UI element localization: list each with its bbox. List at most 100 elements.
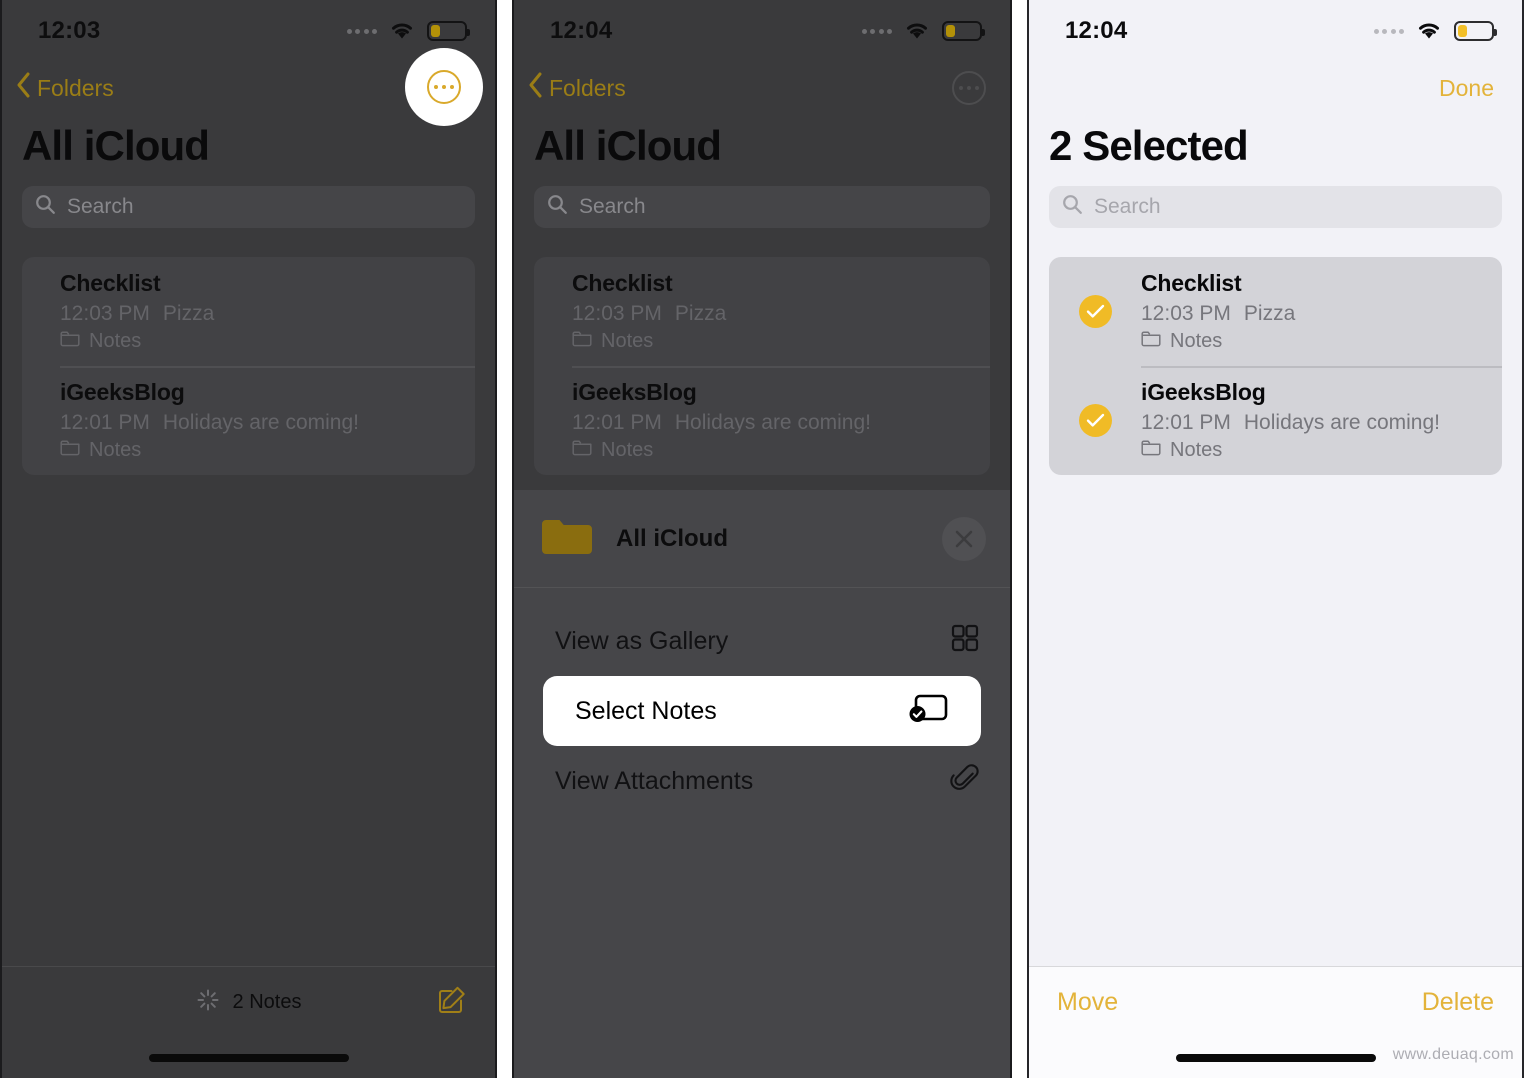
delete-button[interactable]: Delete (1422, 988, 1494, 1017)
note-folder-label: Notes (1170, 439, 1223, 461)
search-placeholder: Search (579, 195, 646, 218)
status-bar: 12:04 (512, 0, 1012, 62)
status-bar: 12:04 (1027, 0, 1524, 62)
cellular-signal-icon (1373, 28, 1404, 34)
note-time: 12:03 PM (572, 302, 662, 325)
note-folder-row: Notes (60, 439, 459, 462)
note-list-item[interactable]: iGeeksBlog 12:01 PM Holidays are coming!… (1049, 366, 1502, 475)
note-time: 12:01 PM (572, 411, 662, 434)
wifi-icon (1415, 21, 1443, 41)
note-folder-row: Notes (60, 330, 459, 353)
note-time: 12:01 PM (60, 411, 150, 434)
note-content: iGeeksBlog 12:01 PM Holidays are coming!… (1141, 379, 1502, 462)
note-time: 12:03 PM (60, 302, 150, 325)
nav-bar: Folders (512, 62, 1012, 114)
nav-bar: Done (1027, 62, 1524, 114)
notes-list: Checklist 12:03 PM Pizza Notes iGeeksBlo… (1049, 257, 1502, 475)
panel-gap (1012, 0, 1027, 1078)
status-clock: 12:04 (550, 17, 613, 44)
search-input[interactable]: Search (1049, 186, 1502, 228)
folder-icon (60, 330, 80, 353)
note-title: iGeeksBlog (572, 379, 697, 405)
search-input[interactable]: Search (534, 186, 990, 228)
panel-notes-list: 12:03 Folders All iCloud Search Checklis… (0, 0, 497, 1078)
note-preview: Holidays are coming! (1243, 411, 1440, 434)
note-content: Checklist 12:03 PM Pizza Notes (22, 270, 475, 353)
status-indicators (346, 21, 470, 41)
note-meta: 12:03 PM Pizza (1141, 302, 1486, 326)
notes-count-group: 2 Notes (0, 988, 497, 1017)
note-preview: Pizza (674, 302, 727, 325)
battery-icon (942, 21, 985, 41)
note-meta: 12:03 PM Pizza (60, 302, 459, 326)
note-list-item[interactable]: Checklist 12:03 PM Pizza Notes (534, 257, 990, 366)
note-meta: 12:01 PM Holidays are coming! (60, 411, 459, 435)
note-folder-row: Notes (1141, 330, 1486, 353)
folder-filled-icon (540, 514, 594, 563)
note-preview: Pizza (1243, 302, 1296, 325)
note-title: iGeeksBlog (60, 379, 185, 405)
ellipsis-circle-icon[interactable] (952, 71, 986, 105)
note-list-item[interactable]: iGeeksBlog 12:01 PM Holidays are coming!… (22, 366, 475, 475)
note-folder-label: Notes (1170, 330, 1223, 352)
battery-icon (1454, 21, 1497, 41)
menu-item-view-as-gallery[interactable]: View as Gallery (512, 606, 1012, 676)
folder-icon (1141, 330, 1161, 353)
menu-item-view-attachments[interactable]: View Attachments (512, 746, 1012, 816)
note-folder-row: Notes (572, 439, 974, 462)
bottom-toolbar: 2 Notes (0, 966, 497, 1038)
checkmark-icon (1078, 295, 1112, 328)
note-meta: 12:01 PM Holidays are coming! (1141, 411, 1486, 435)
back-to-folders-button[interactable]: Folders (528, 72, 626, 104)
note-folder-row: Notes (572, 330, 974, 353)
note-list-item[interactable]: iGeeksBlog 12:01 PM Holidays are coming!… (534, 366, 990, 475)
status-bar: 12:03 (0, 0, 497, 62)
note-folder-label: Notes (601, 330, 654, 352)
notes-list: Checklist 12:03 PM Pizza Notes iGeeksBlo… (22, 257, 475, 475)
note-title: Checklist (572, 270, 673, 296)
home-indicator (1175, 1054, 1376, 1062)
note-folder-label: Notes (89, 439, 142, 461)
done-button[interactable]: Done (1439, 75, 1494, 102)
status-clock: 12:04 (1065, 17, 1128, 44)
cellular-signal-icon (346, 28, 377, 34)
bottom-toolbar: Move Delete (1027, 966, 1524, 1038)
menu-item-select-notes[interactable]: Select Notes (543, 676, 981, 746)
search-icon (1062, 194, 1083, 221)
cellular-signal-icon (861, 28, 892, 34)
note-content: Checklist 12:03 PM Pizza Notes (534, 270, 990, 353)
home-indicator-area (0, 1038, 497, 1078)
menu-item-label: View Attachments (555, 766, 754, 795)
page-title: All iCloud (534, 122, 722, 169)
move-button[interactable]: Move (1057, 988, 1118, 1017)
search-container: Search (512, 186, 1012, 228)
note-list-item[interactable]: Checklist 12:03 PM Pizza Notes (1049, 257, 1502, 366)
search-input[interactable]: Search (22, 186, 475, 228)
selection-checkbox[interactable] (1049, 404, 1141, 437)
compose-icon[interactable] (437, 985, 467, 1020)
note-list-item[interactable]: Checklist 12:03 PM Pizza Notes (22, 257, 475, 366)
notes-count-label: 2 Notes (232, 991, 302, 1013)
note-preview: Holidays are coming! (162, 411, 359, 434)
note-time: 12:03 PM (1141, 302, 1231, 325)
note-content: iGeeksBlog 12:01 PM Holidays are coming!… (22, 379, 475, 462)
note-preview: Holidays are coming! (674, 411, 871, 434)
wifi-icon (903, 21, 931, 41)
notes-list: Checklist 12:03 PM Pizza Notes iGeeksBlo… (534, 257, 990, 475)
folder-icon (60, 439, 80, 462)
selection-checkbox[interactable] (1049, 295, 1141, 328)
battery-icon (427, 21, 470, 41)
note-folder-row: Notes (1141, 439, 1486, 462)
search-placeholder: Search (67, 195, 134, 218)
back-to-folders-button[interactable]: Folders (16, 72, 114, 104)
note-preview: Pizza (162, 302, 215, 325)
search-icon (35, 194, 56, 221)
action-sheet-title: All iCloud (616, 524, 728, 552)
panel-selection-mode: 12:04 Done 2 Selected Search Checklist 1… (1027, 0, 1524, 1078)
close-icon[interactable] (942, 516, 986, 561)
note-time: 12:01 PM (1141, 411, 1231, 434)
ellipsis-circle-icon[interactable] (427, 70, 461, 104)
checkmark-icon (1078, 404, 1112, 437)
